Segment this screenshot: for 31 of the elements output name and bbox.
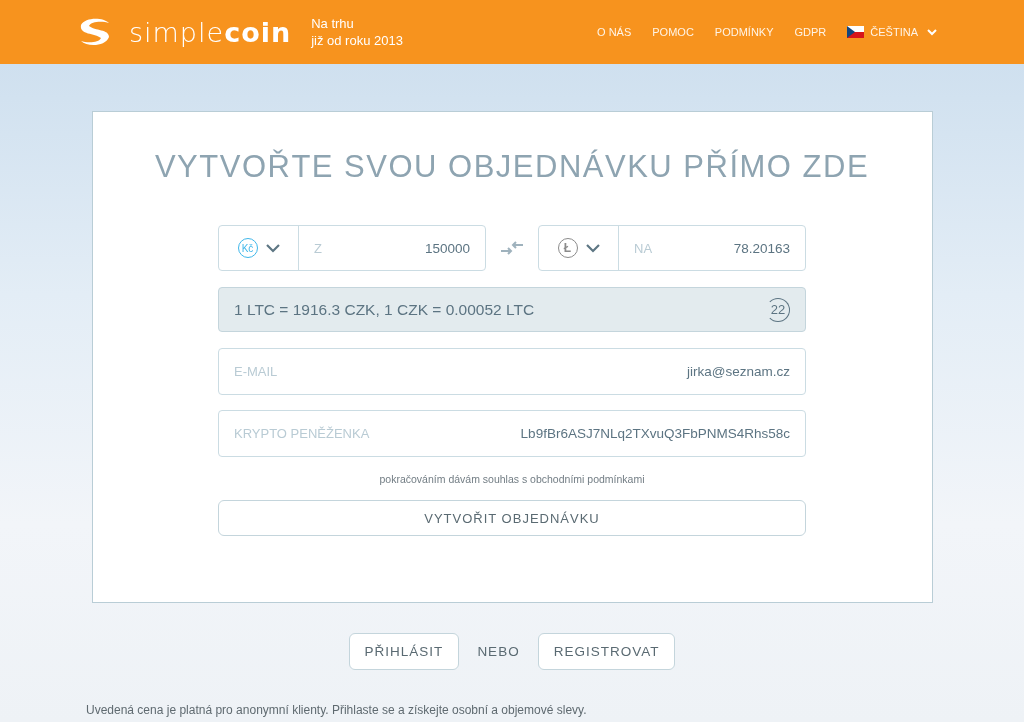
language-selector[interactable]: ČEŠTINA (870, 26, 918, 38)
login-button[interactable]: PŘIHLÁSIT (348, 633, 460, 670)
input-field[interactable]: KRYPTO PENĚŽENKA Lb9fBr6ASJ7NLq2TXvuQ3FbPNMS4Rhs58c (218, 410, 806, 457)
input-field[interactable]: E-MAIL jirka@seznam.cz (218, 348, 806, 395)
create-order-button[interactable]: VYTVOŘIT OBJEDNÁVKU (218, 500, 806, 536)
field-label: E-MAIL (234, 364, 278, 379)
page-title: VYTVOŘTE SVOU OBJEDNÁVKU PŘÍMO ZDE (154, 149, 870, 185)
or-text: NEBO (477, 644, 520, 659)
tagline-text: Na trhu (311, 15, 355, 32)
tagline-text: již od roku 2013 (311, 32, 403, 49)
amount-to-field[interactable]: Ł NA 78.20163 (538, 225, 806, 271)
nav-link[interactable]: GDPR (794, 26, 827, 38)
footnote-text: Uvedená cena je platná pro anonymní klienty. Přihlaste se a získejte osobní a objemové slevy. (86, 703, 587, 717)
nav-link[interactable]: POMOC (652, 26, 694, 38)
field-value: 150000 (424, 240, 470, 256)
czech-flag-icon (847, 26, 865, 38)
nav-link[interactable]: O NÁS (597, 26, 632, 38)
field-value: jirka@seznam.cz (687, 364, 790, 379)
field-value: 78.20163 (733, 240, 790, 256)
logo-text[interactable]: simplecoin (129, 16, 292, 48)
chevron-down-icon[interactable] (585, 243, 600, 253)
consent-text: pokračováním dávám souhlas s obchodními podmínkami (378, 473, 646, 485)
nav-link[interactable]: PODMÍNKY (714, 26, 774, 38)
field-label: NA (634, 240, 653, 256)
exchange-rate-text: 1 LTC = 1916.3 CZK, 1 CZK = 0.00052 LTC (234, 300, 535, 319)
chevron-down-icon[interactable] (265, 243, 280, 253)
amount-from-field[interactable]: Kč Z 150000 (218, 225, 486, 271)
field-label: Z (314, 240, 322, 256)
register-button[interactable]: REGISTROVAT (537, 633, 676, 670)
field-value: Lb9fBr6ASJ7NLq2TXvuQ3FbPNMS4Rhs58c (520, 426, 790, 441)
field-label: KRYPTO PENĚŽENKA (234, 426, 370, 441)
